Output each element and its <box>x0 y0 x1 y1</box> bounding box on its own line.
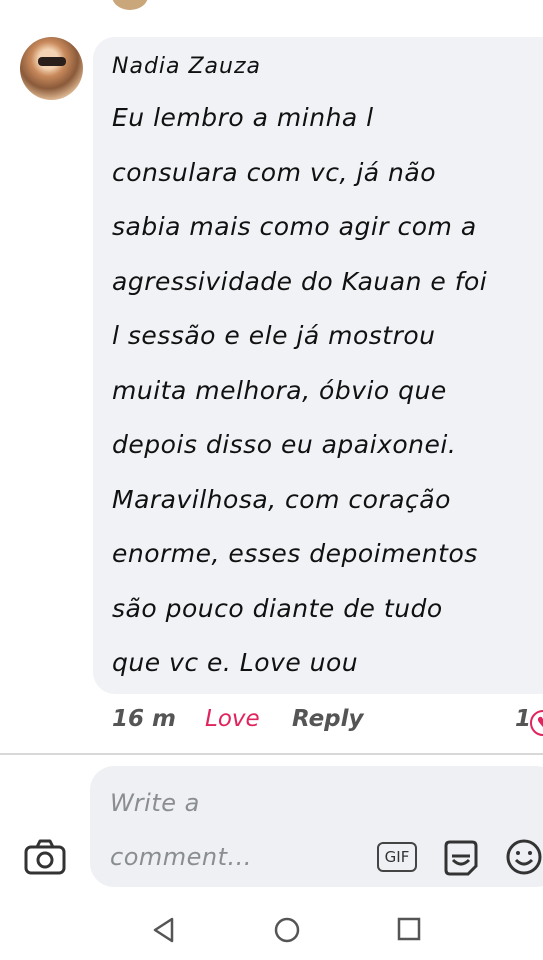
home-circle-icon[interactable] <box>273 916 301 944</box>
camera-icon[interactable] <box>24 838 66 876</box>
back-triangle-icon[interactable] <box>150 916 178 944</box>
comment-line: Eu lembro a minha l <box>112 103 374 132</box>
comment-line: enorme, esses depoimentos <box>112 539 478 568</box>
comment-input-placeholder[interactable]: Write a comment... <box>110 776 252 884</box>
comment-line: sabia mais como agir com a <box>112 212 477 241</box>
comment-line: l sessão e ele já mostrou <box>112 321 436 350</box>
previous-comment-cutoff <box>0 0 543 14</box>
gif-button[interactable]: GIF <box>377 842 417 872</box>
comment-line: são pouco diante de tudo <box>112 593 443 623</box>
love-reaction-button[interactable]: Love <box>205 706 260 732</box>
comment-line: muita melhora, óbvio que <box>112 375 447 405</box>
recents-square-icon[interactable] <box>396 916 422 942</box>
comment-text: Eu lembro a minha l consulara com vc, já… <box>112 96 542 696</box>
placeholder-line: comment... <box>110 843 252 871</box>
avatar[interactable] <box>20 37 83 100</box>
facebook-comment-screen: Nadia Zauza Eu lembro a minha l consular… <box>0 0 543 960</box>
placeholder-line: Write a <box>110 789 200 817</box>
comment-timestamp[interactable]: 16 m <box>112 706 176 732</box>
comment-line: depois disso eu apaixonei. <box>112 430 457 459</box>
heart-reaction-icon[interactable]: ♥ <box>530 710 543 736</box>
android-navigation-bar <box>0 890 543 960</box>
sticker-icon[interactable] <box>440 836 482 878</box>
comment-author[interactable]: Nadia Zauza <box>112 54 261 79</box>
comment-line: agressividade do Kauan e foi <box>112 266 488 296</box>
reaction-count[interactable]: 1 <box>515 706 531 732</box>
comment-line: consulara com vc, já não <box>112 157 437 187</box>
previous-commenter-avatar <box>112 0 148 10</box>
reply-button[interactable]: Reply <box>292 706 364 732</box>
comment-line: que vc e. Love uou <box>112 648 359 677</box>
emoji-icon[interactable] <box>505 838 543 876</box>
divider <box>0 753 543 755</box>
comment-line: Maravilhosa, com coração <box>112 484 451 514</box>
avatar-sunglasses <box>38 57 66 66</box>
